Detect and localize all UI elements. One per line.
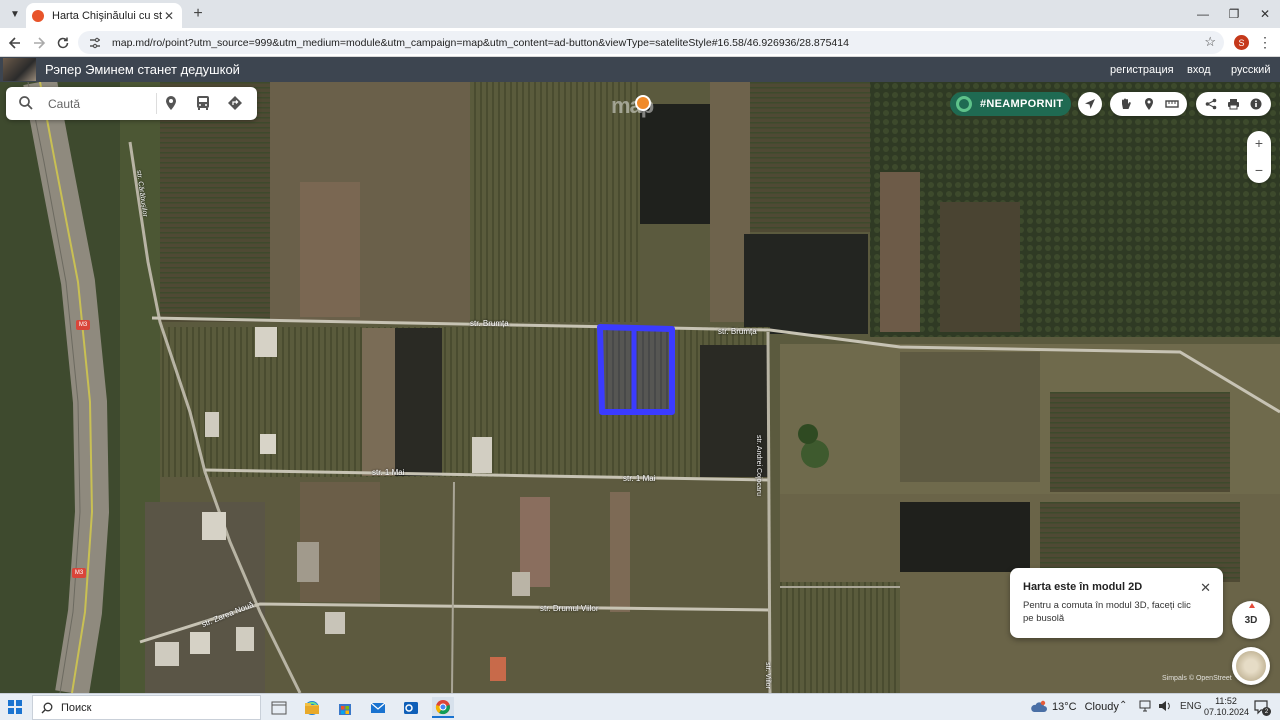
tooltip-close-icon[interactable]: ✕ xyxy=(1200,580,1211,596)
language-link[interactable]: русский xyxy=(1231,64,1270,76)
tab-close-icon[interactable]: ✕ xyxy=(162,9,176,23)
neam-label: #NEAMPORNIT xyxy=(980,98,1064,110)
profile-avatar[interactable]: S xyxy=(1234,35,1249,50)
clock-time: 11:52 xyxy=(1215,696,1237,706)
windows-start-icon[interactable] xyxy=(8,700,22,714)
street-label: str. Brumța xyxy=(470,319,509,328)
task-view-icon[interactable] xyxy=(268,697,290,718)
notifications-icon[interactable]: 2 xyxy=(1253,699,1271,716)
favicon-icon xyxy=(32,9,44,22)
address-bar[interactable]: map.md/ro/point?utm_source=999&utm_mediu… xyxy=(78,31,1224,54)
forward-arrow-icon[interactable] xyxy=(29,33,49,53)
search-panel xyxy=(6,87,257,120)
site-header: Рэпер Эминем станет дедушкой регистрация… xyxy=(0,57,1280,82)
map-attribution[interactable]: Simpals © OpenStreet xyxy=(1162,675,1232,682)
volume-icon[interactable] xyxy=(1158,700,1172,715)
tab-list-chevron-icon[interactable]: ▼ xyxy=(6,5,24,23)
street-label: str. Brumța xyxy=(718,327,757,336)
bus-icon[interactable] xyxy=(194,94,212,112)
hand-pan-icon[interactable] xyxy=(1117,95,1135,113)
zoom-in-button[interactable]: + xyxy=(1247,131,1271,155)
ruler-icon[interactable] xyxy=(1163,95,1181,113)
tab-title: Harta Chişinăului cu străzi şi rut xyxy=(52,9,162,22)
search-icon xyxy=(41,702,53,713)
street-label: str. 1 Mai xyxy=(623,474,656,483)
clock-date: 07.10.2024 xyxy=(1204,707,1250,717)
browser-toolbar: map.md/ro/point?utm_source=999&utm_mediu… xyxy=(0,28,1280,57)
url-text: map.md/ro/point?utm_source=999&utm_mediu… xyxy=(112,36,849,49)
taskbar-search-text: Поиск xyxy=(61,701,92,714)
chrome-icon[interactable] xyxy=(432,697,454,718)
share-icon[interactable] xyxy=(1202,95,1220,113)
street-label: str. Viilor xyxy=(763,662,771,689)
window-restore-button[interactable]: ❐ xyxy=(1219,4,1249,24)
news-thumbnail[interactable] xyxy=(3,58,36,81)
network-icon[interactable] xyxy=(1138,700,1152,715)
marker-pin-icon[interactable] xyxy=(1140,95,1158,113)
site-info-icon[interactable] xyxy=(88,36,102,50)
tray-chevron-icon[interactable]: ⌃ xyxy=(1119,700,1127,711)
window-close-button[interactable]: ✕ xyxy=(1250,4,1280,24)
locate-me-button[interactable] xyxy=(1078,92,1102,116)
new-tab-button[interactable]: + xyxy=(188,4,208,24)
news-headline-link[interactable]: Рэпер Эминем станет дедушкой xyxy=(45,62,240,77)
zoom-out-button[interactable]: − xyxy=(1247,158,1271,182)
browser-menu-icon[interactable]: ⋮ xyxy=(1258,34,1272,51)
road-shield: M3 xyxy=(76,320,90,330)
notification-count-badge: 2 xyxy=(1262,707,1271,716)
window-minimize-button[interactable]: — xyxy=(1188,4,1218,24)
layers-icon xyxy=(1236,651,1266,681)
directions-icon[interactable] xyxy=(226,94,244,112)
windows-taskbar: Поиск 13°C Cloudy ⌃ ENG 11:52 07.10.2024… xyxy=(0,693,1280,720)
cloud-icon xyxy=(1031,700,1047,712)
weather-text: Cloudy xyxy=(1084,701,1119,713)
street-label: str. 1 Mai xyxy=(372,468,405,477)
zoom-control: + − xyxy=(1247,131,1271,183)
microsoft-store-icon[interactable] xyxy=(334,697,356,718)
navigation-arrow-icon xyxy=(1085,99,1095,109)
street-label: str. Andrei Cojocaru xyxy=(755,434,763,497)
share-tools-group xyxy=(1196,92,1271,116)
file-explorer-icon[interactable] xyxy=(301,697,323,718)
weather-temp: 13°C xyxy=(1052,701,1077,713)
search-input[interactable] xyxy=(48,93,148,114)
taskbar-clock[interactable]: 11:52 07.10.2024 xyxy=(1204,696,1250,718)
mail-icon[interactable] xyxy=(367,697,389,718)
bookmark-star-icon[interactable]: ☆ xyxy=(1204,34,1216,50)
search-icon[interactable] xyxy=(18,95,34,111)
mode-tooltip: Harta este în modul 2D Pentru a comuta î… xyxy=(1010,568,1223,638)
reload-icon[interactable] xyxy=(53,33,73,53)
back-arrow-icon[interactable] xyxy=(5,33,25,53)
register-link[interactable]: регистрация xyxy=(1110,64,1174,76)
language-indicator[interactable]: ENG xyxy=(1180,701,1202,712)
road-shield: M3 xyxy=(72,568,86,578)
street-label: str. Drumul Viilor xyxy=(540,604,599,613)
browser-tab-bar: ▼ Harta Chişinăului cu străzi şi rut ✕ +… xyxy=(0,0,1280,28)
map-tools-group xyxy=(1110,92,1187,116)
info-icon[interactable] xyxy=(1247,95,1265,113)
tooltip-title: Harta este în modul 2D xyxy=(1023,581,1143,593)
login-link[interactable]: вход xyxy=(1187,64,1211,76)
tooltip-body: Pentru a comuta în modul 3D, faceți clic… xyxy=(1023,600,1191,624)
browser-tab[interactable]: Harta Chişinăului cu străzi şi rut ✕ xyxy=(26,3,182,28)
place-pin-icon[interactable] xyxy=(162,94,180,112)
print-icon[interactable] xyxy=(1224,95,1242,113)
map-layers-button[interactable] xyxy=(1232,647,1270,685)
neam-logo-icon xyxy=(956,96,972,112)
divider xyxy=(156,93,157,114)
outlook-icon[interactable] xyxy=(400,697,422,718)
compass-3d-button[interactable]: 3D xyxy=(1232,601,1270,639)
taskbar-search-box[interactable]: Поиск xyxy=(32,695,261,720)
logo-pin-icon xyxy=(635,95,651,111)
neam-pornit-button[interactable]: #NEAMPORNIT xyxy=(950,92,1071,116)
weather-widget[interactable]: 13°C Cloudy xyxy=(1030,700,1119,714)
